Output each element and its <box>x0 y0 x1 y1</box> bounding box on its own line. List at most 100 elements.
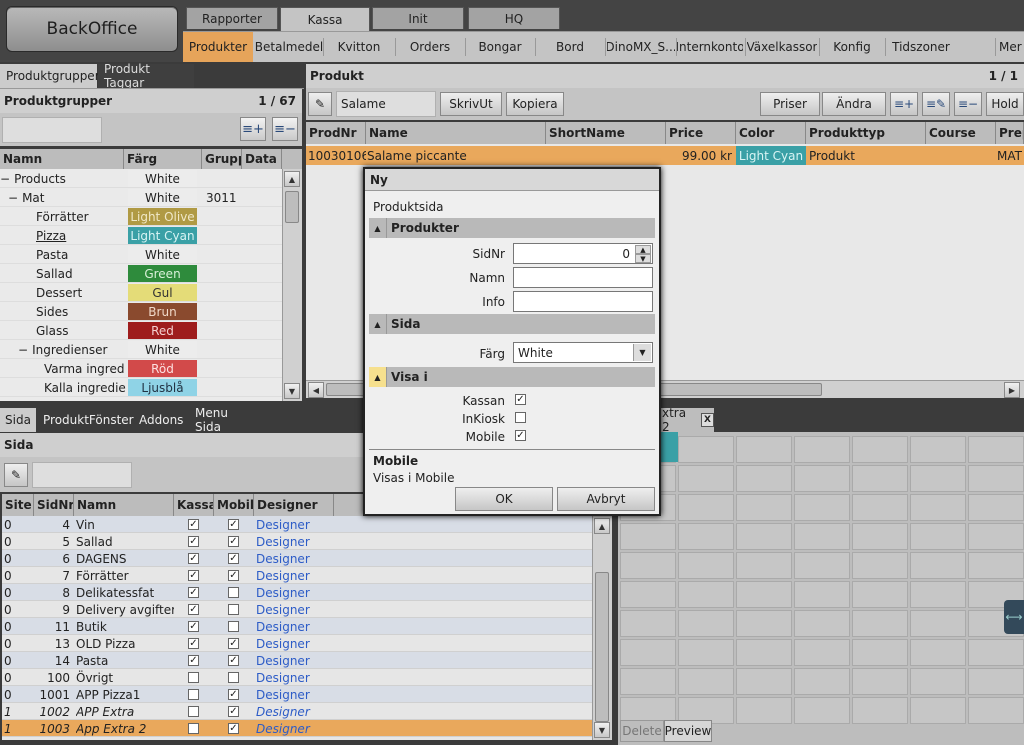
tree-row[interactable]: − Ingredienser White <box>0 340 282 359</box>
column-header-grupp[interactable]: Grupp <box>202 149 242 169</box>
designer-grid-cell[interactable] <box>794 523 850 550</box>
farg-select[interactable]: White ▼ <box>513 342 653 363</box>
kassa-checkbox[interactable]: ✓ <box>188 621 199 632</box>
kassa-checkbox[interactable] <box>188 689 199 700</box>
designer-grid-cell[interactable] <box>852 697 908 724</box>
subtab-dinomx[interactable]: DinoMX_S... <box>607 32 675 62</box>
remove-row-icon[interactable]: ≡− <box>954 92 982 116</box>
kassa-checkbox[interactable]: ✓ <box>188 570 199 581</box>
designer-grid-cell[interactable] <box>852 552 908 579</box>
table-row[interactable]: 0 6 DAGENS ✓ ✓ Designer <box>2 550 592 567</box>
tab-produkt-taggar[interactable]: Produkt Taggar <box>98 62 194 90</box>
designer-grid-cell[interactable] <box>678 639 734 666</box>
table-row[interactable]: 0 1001 APP Pizza1 ✓ Designer <box>2 686 592 703</box>
designer-link[interactable]: Designer <box>256 516 336 533</box>
designer-canvas[interactable] <box>618 432 1024 745</box>
tree-row[interactable]: − Mat White 3011 <box>0 188 282 207</box>
namn-input[interactable] <box>513 267 653 288</box>
designer-grid-cell[interactable] <box>794 581 850 608</box>
kassa-checkbox[interactable]: ✓ <box>188 553 199 564</box>
designer-grid-cell[interactable] <box>736 639 792 666</box>
table-row[interactable]: 0 8 Delikatessfat ✓ Designer <box>2 584 592 601</box>
designer-grid-cell[interactable] <box>736 610 792 637</box>
remove-list-icon[interactable]: ≡− <box>272 117 298 141</box>
designer-grid-cell[interactable] <box>910 668 966 695</box>
sida-scrollbar[interactable]: ▲ ▼ <box>592 516 612 740</box>
designer-grid-cell[interactable] <box>678 610 734 637</box>
subtab-tidszoner[interactable]: Tidszoner <box>887 32 955 62</box>
chevron-down-icon[interactable]: ▼ <box>633 344 651 361</box>
designer-tab[interactable]: xtra 2 X <box>660 406 714 434</box>
designer-grid-cell[interactable] <box>736 668 792 695</box>
designer-grid-cell[interactable] <box>968 552 1024 579</box>
cancel-button[interactable]: Avbryt <box>557 487 655 511</box>
designer-grid-cell[interactable] <box>736 552 792 579</box>
table-row[interactable]: 10030106 Salame piccante 99.00 kr Light … <box>306 146 1024 165</box>
table-row[interactable]: 0 5 Sallad ✓ ✓ Designer <box>2 533 592 550</box>
designer-grid-cell[interactable] <box>852 436 908 463</box>
scroll-down-icon[interactable]: ▼ <box>594 722 610 738</box>
mobil-checkbox[interactable] <box>228 587 239 598</box>
tree-row[interactable]: Kalla ingredie Ljusblå <box>0 378 282 397</box>
scroll-down-icon[interactable]: ▼ <box>284 383 300 399</box>
designer-grid-cell[interactable] <box>678 436 734 463</box>
collapse-icon[interactable]: − <box>8 191 18 205</box>
scroll-up-icon[interactable]: ▲ <box>594 518 610 534</box>
mobil-checkbox[interactable]: ✓ <box>228 689 239 700</box>
designer-grid-cell[interactable] <box>736 697 792 724</box>
table-row[interactable]: 0 9 Delivery avgifter ✓ Designer <box>2 601 592 618</box>
designer-grid-cell[interactable] <box>620 668 676 695</box>
designer-grid-cell[interactable] <box>736 465 792 492</box>
column-header-site[interactable]: Site <box>2 494 34 516</box>
designer-link[interactable]: Designer <box>256 584 336 601</box>
section-visa-i[interactable]: ▲ Visa i <box>369 367 655 387</box>
designer-grid-cell[interactable] <box>910 465 966 492</box>
designer-link[interactable]: Designer <box>256 533 336 550</box>
designer-grid-cell[interactable] <box>794 465 850 492</box>
tree-row[interactable]: Pasta White <box>0 245 282 264</box>
designer-link[interactable]: Designer <box>256 601 336 618</box>
designer-grid-cell[interactable] <box>852 523 908 550</box>
subtab-konfig[interactable]: Konfig <box>821 32 883 62</box>
designer-grid-cell[interactable] <box>968 465 1024 492</box>
designer-link[interactable]: Designer <box>256 618 336 635</box>
mobil-checkbox[interactable] <box>228 621 239 632</box>
mobil-checkbox[interactable] <box>228 672 239 683</box>
table-row[interactable]: 0 100 Övrigt Designer <box>2 669 592 686</box>
column-header-kassa[interactable]: Kassa <box>174 494 214 516</box>
collapse-icon[interactable]: ▲ <box>369 218 387 238</box>
close-icon[interactable]: X <box>700 413 714 427</box>
kassa-checkbox[interactable] <box>188 672 199 683</box>
preview-button[interactable]: Preview <box>664 720 712 742</box>
tree-row[interactable]: Pizza Light Cyan <box>0 226 282 245</box>
table-row[interactable]: 0 4 Vin ✓ ✓ Designer <box>2 516 592 533</box>
side-handle-icon[interactable]: ⟷ <box>1004 600 1024 634</box>
designer-grid-cell[interactable] <box>620 581 676 608</box>
kassa-checkbox[interactable]: ✓ <box>188 587 199 598</box>
scroll-thumb[interactable] <box>285 191 299 223</box>
tab-menu-sida[interactable]: Menu Sida <box>190 406 260 434</box>
stepper-down-icon[interactable]: ▼ <box>635 254 651 263</box>
add-row-icon[interactable]: ≡+ <box>890 92 918 116</box>
edit-pen-icon[interactable]: ✎ <box>308 92 332 116</box>
collapse-icon[interactable]: − <box>18 343 28 357</box>
designer-grid-cell[interactable] <box>910 639 966 666</box>
designer-grid-cell[interactable] <box>620 552 676 579</box>
tree-row[interactable]: Dessert Gul <box>0 283 282 302</box>
subtab-mer[interactable]: Mer <box>999 32 1024 62</box>
designer-grid-cell[interactable] <box>794 610 850 637</box>
designer-grid-cell[interactable] <box>968 494 1024 521</box>
tab-produktfonster[interactable]: ProduktFönster <box>38 408 134 432</box>
sida-search-input[interactable] <box>32 462 132 488</box>
designer-grid-cell[interactable] <box>910 610 966 637</box>
column-header-prep[interactable]: Prep <box>996 122 1024 144</box>
tab-rapporter[interactable]: Rapporter <box>186 7 278 29</box>
backoffice-logo-button[interactable]: BackOffice <box>6 6 178 52</box>
column-header-color[interactable]: Color <box>736 122 806 144</box>
column-header-mobil[interactable]: Mobil <box>214 494 254 516</box>
designer-grid-cell[interactable] <box>968 668 1024 695</box>
column-header-namn[interactable]: Namn <box>0 149 124 169</box>
scroll-up-icon[interactable]: ▲ <box>284 171 300 187</box>
designer-grid-cell[interactable] <box>794 436 850 463</box>
designer-grid-cell[interactable] <box>794 697 850 724</box>
